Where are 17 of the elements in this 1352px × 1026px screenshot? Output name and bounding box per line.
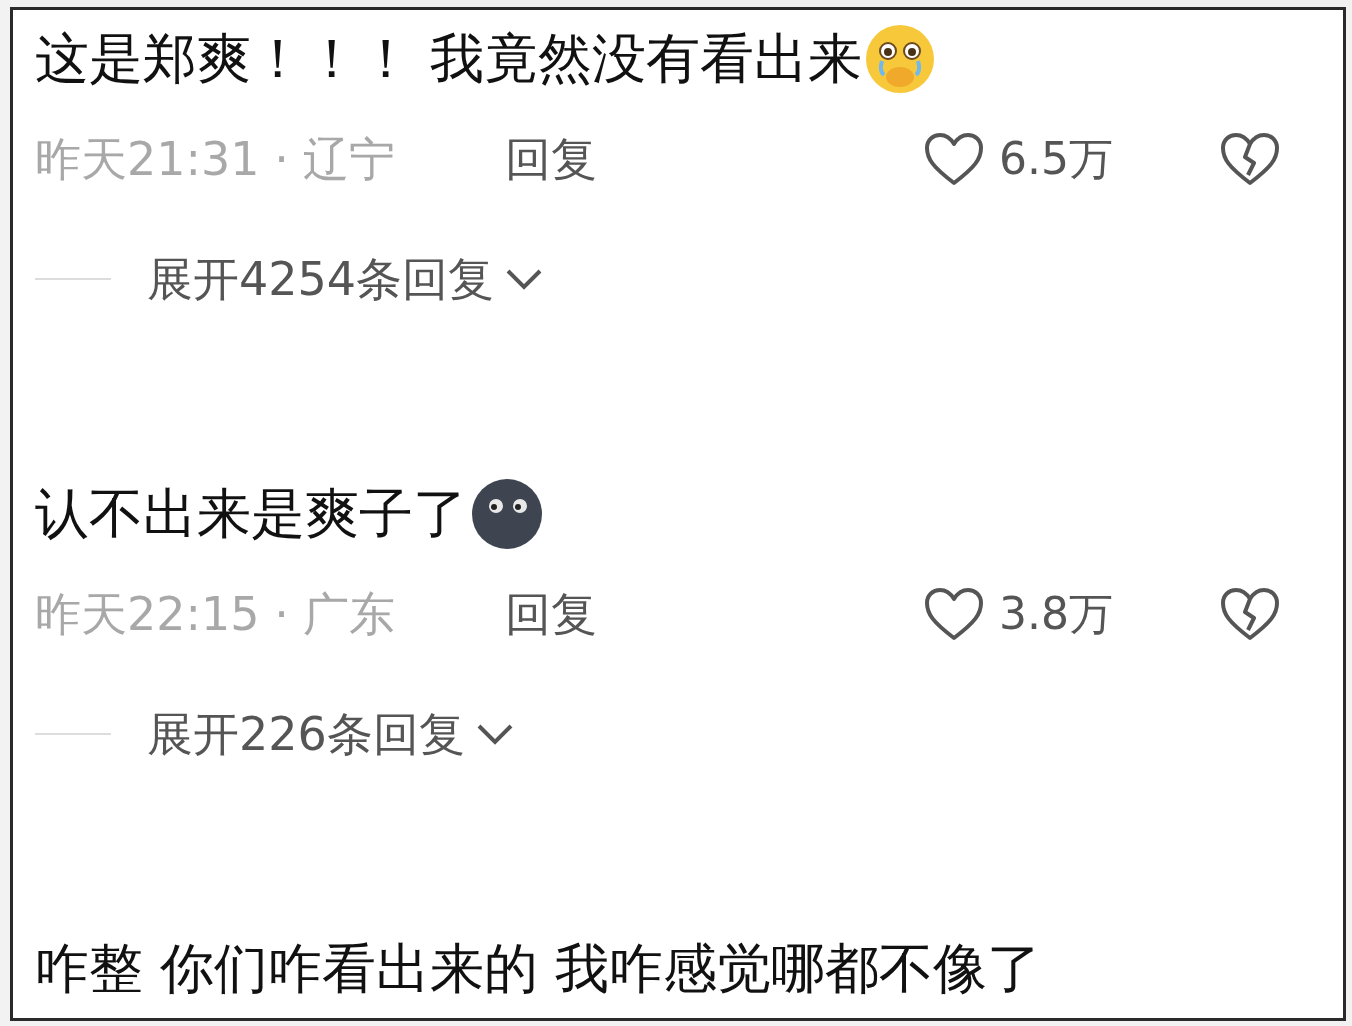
like-count: 6.5万: [999, 137, 1113, 181]
comment-meta: 昨天21:31 · 辽宁: [35, 136, 397, 182]
reply-button[interactable]: 回复: [505, 591, 597, 637]
like-count: 3.8万: [999, 592, 1113, 636]
heart-icon[interactable]: [923, 131, 985, 187]
comment-text: 咋整 你们咋看出来的 我咋感觉哪都不像了: [35, 942, 1042, 996]
expand-replies-button[interactable]: 展开4254条回复: [147, 256, 545, 302]
emoji-icon: [864, 23, 937, 95]
emoji-icon: [469, 478, 545, 550]
reply-button[interactable]: 回复: [505, 136, 597, 182]
comment-text: 认不出来是爽子了: [35, 487, 467, 541]
comment-meta: 昨天22:15 · 广东: [35, 591, 397, 637]
expand-replies-button[interactable]: 展开226条回复: [147, 711, 515, 757]
broken-heart-icon[interactable]: [1219, 131, 1281, 187]
broken-heart-icon[interactable]: [1219, 586, 1281, 642]
heart-icon[interactable]: [923, 586, 985, 642]
comment-text: 这是郑爽！！！ 我竟然没有看出来: [35, 32, 863, 86]
